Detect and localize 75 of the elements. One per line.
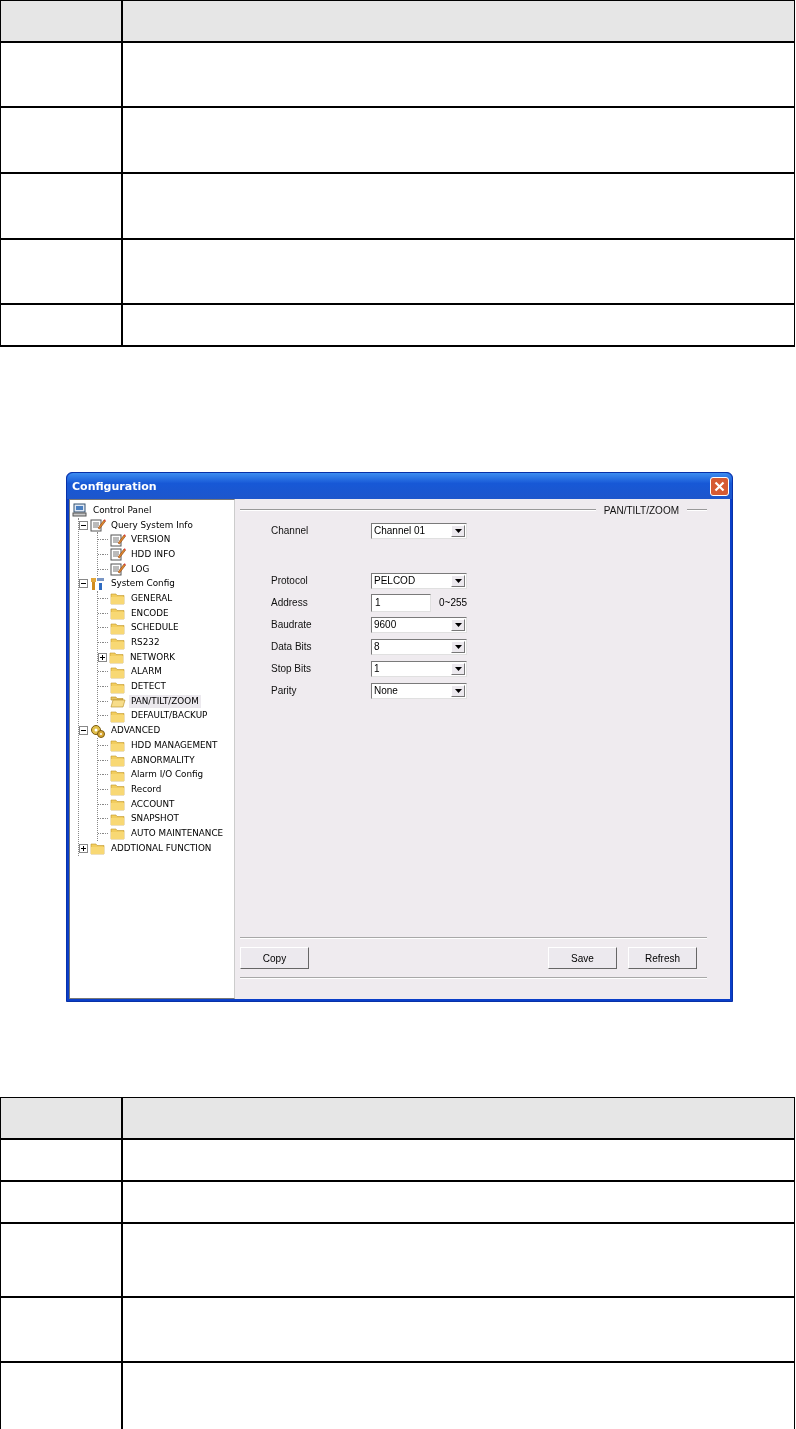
field-label: Address: [271, 597, 309, 608]
field-label: Stop Bits: [271, 663, 313, 674]
folder-icon: [109, 650, 125, 665]
field-label: Data Bits: [271, 641, 313, 652]
notepad-pencil-icon: [90, 518, 106, 533]
field-label: Parity: [271, 685, 298, 696]
folder-icon: [90, 841, 106, 856]
folder-icon: [110, 664, 126, 679]
tree-item[interactable]: GENERAL: [129, 591, 175, 605]
button[interactable]: Copy: [240, 947, 309, 969]
tree-item[interactable]: PAN/TILT/ZOOM: [129, 694, 201, 708]
dropdown[interactable]: Channel 01: [371, 522, 467, 539]
field-label: Protocol: [271, 575, 309, 586]
field-label: Baudrate: [271, 619, 313, 630]
folder-icon: [110, 679, 126, 694]
notepad-pencil-icon: [110, 547, 126, 562]
tree-item[interactable]: DEFAULT/BACKUP: [129, 709, 210, 723]
expand-toggle[interactable]: [79, 843, 88, 853]
section-title: PAN/TILT/ZOOM: [602, 504, 680, 516]
tree-item[interactable]: ENCODE: [129, 606, 171, 620]
tree-item[interactable]: ADVANCED: [109, 724, 163, 738]
tree-item[interactable]: ALARM: [129, 665, 164, 679]
tree-item[interactable]: DETECT: [129, 680, 168, 694]
tools-icon: [90, 576, 106, 591]
dropdown[interactable]: 1: [371, 660, 467, 677]
tree-item[interactable]: LOG: [129, 562, 152, 576]
dropdown[interactable]: None: [371, 682, 467, 699]
expand-toggle[interactable]: [98, 652, 107, 662]
dropdown[interactable]: 8: [371, 638, 467, 655]
tree-item[interactable]: SCHEDULE: [129, 621, 181, 635]
tree-item[interactable]: System Config: [109, 577, 177, 591]
range-hint: 0~255: [439, 597, 468, 608]
collapse-toggle[interactable]: [79, 520, 88, 530]
button[interactable]: Save: [548, 947, 617, 969]
folder-icon: [110, 606, 126, 621]
folder-icon: [110, 738, 126, 753]
tree-item[interactable]: SNAPSHOT: [129, 812, 181, 826]
notepad-pencil-icon: [110, 532, 126, 547]
dropdown[interactable]: PELCOD: [371, 572, 467, 589]
tree-item[interactable]: VERSION: [129, 533, 173, 547]
tree-item[interactable]: HDD INFO: [129, 547, 178, 561]
tree-item[interactable]: AUTO MAINTENANCE: [129, 826, 226, 840]
tree-item[interactable]: Query System Info: [109, 518, 195, 532]
notepad-pencil-icon: [110, 562, 126, 577]
folder-icon: [110, 826, 126, 841]
folder-icon: [110, 767, 126, 782]
field-label: Channel: [271, 525, 310, 536]
tree-item[interactable]: ABNORMALITY: [129, 753, 197, 767]
folder-icon: [110, 797, 126, 812]
tree-item[interactable]: Alarm I/O Config: [129, 768, 206, 782]
tree-item[interactable]: Record: [129, 782, 164, 796]
close-icon: [714, 480, 725, 492]
collapse-toggle[interactable]: [79, 579, 88, 589]
tree-item[interactable]: HDD MANAGEMENT: [129, 738, 220, 752]
window-title: Configuration: [72, 479, 157, 493]
button[interactable]: Refresh: [628, 947, 697, 969]
open-folder-icon: [110, 694, 126, 709]
folder-icon: [110, 635, 126, 650]
gears-icon: [90, 723, 106, 738]
tree-item[interactable]: NETWORK: [128, 650, 177, 664]
folder-icon: [110, 811, 126, 826]
folder-icon: [110, 782, 126, 797]
folder-icon: [110, 753, 126, 768]
tree-item[interactable]: ADDTIONAL FUNCTION: [109, 841, 214, 855]
tree-item[interactable]: ACCOUNT: [129, 797, 177, 811]
dropdown[interactable]: 9600: [371, 616, 467, 633]
collapse-toggle[interactable]: [79, 726, 88, 736]
tree-item[interactable]: RS232: [129, 636, 162, 650]
folder-icon: [110, 620, 126, 635]
folder-icon: [110, 591, 126, 606]
computer-icon: [72, 503, 88, 518]
folder-icon: [110, 708, 126, 723]
tree-item[interactable]: Control Panel: [91, 503, 154, 517]
close-button[interactable]: [710, 476, 729, 496]
input-field[interactable]: 1: [371, 593, 431, 612]
